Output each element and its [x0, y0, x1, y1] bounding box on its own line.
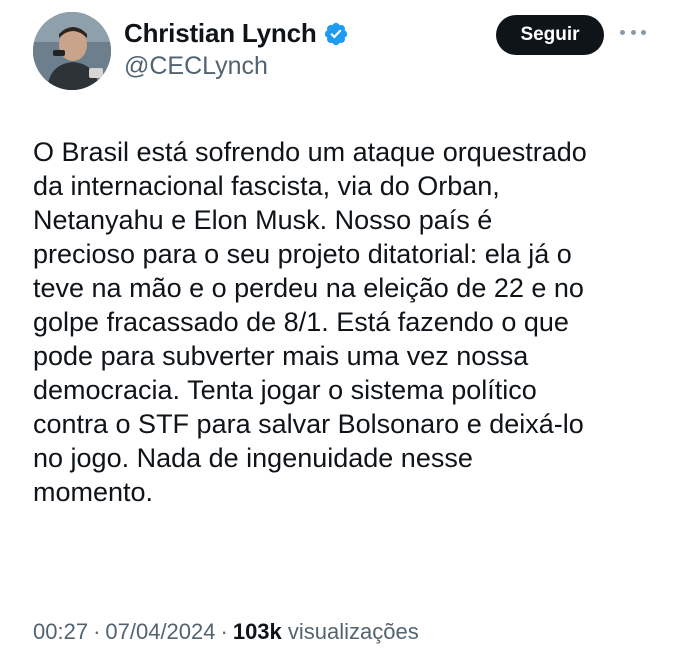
more-dot — [641, 29, 646, 35]
author-name-row: Christian Lynch — [124, 18, 349, 49]
more-dot — [630, 29, 636, 35]
tweet-line: pode para subverter mais uma vez nossa — [33, 341, 529, 371]
views-count: 103k — [232, 619, 282, 644]
tweet-line: momento. — [33, 477, 154, 507]
tweet-meta: 00:27 · 07/04/2024 · 103k visualizações — [33, 619, 419, 645]
tweet-line: precioso para o seu projeto ditatorial: … — [33, 239, 572, 269]
tweet-text: O Brasil está sofrendo um ataque orquest… — [33, 135, 653, 509]
meta-separator: · — [93, 619, 101, 644]
more-options-icon[interactable] — [620, 22, 646, 42]
profile-photo — [33, 12, 111, 90]
verified-badge-icon — [323, 21, 349, 47]
tweet-line: no jogo. Nada de ingenuidade nesse — [33, 443, 473, 473]
avatar[interactable] — [33, 12, 111, 90]
follow-button[interactable]: Seguir — [496, 15, 604, 55]
tweet-line: democracia. Tenta jogar o sistema políti… — [33, 375, 537, 405]
tweet-line: golpe fracassado de 8/1. Está fazendo o … — [33, 307, 569, 337]
author-display-name[interactable]: Christian Lynch — [124, 18, 317, 49]
tweet-line: contra o STF para salvar Bolsonaro e dei… — [33, 409, 584, 439]
author-handle[interactable]: @CECLynch — [124, 52, 268, 81]
tweet-line: da internacional fascista, via do Orban, — [33, 171, 500, 201]
tweet-date[interactable]: 07/04/2024 — [105, 619, 215, 644]
tweet-line: O Brasil está sofrendo um ataque orquest… — [33, 137, 587, 167]
tweet-time[interactable]: 00:27 — [33, 619, 88, 644]
tweet-header: Christian Lynch @CECLynch Seguir — [0, 0, 680, 110]
tweet-line: teve na mão e o perdeu na eleição de 22 … — [33, 273, 584, 303]
meta-separator: · — [220, 619, 228, 644]
views-label: visualizações — [287, 619, 419, 644]
tweet-line: Netanyahu e Elon Musk. Nosso país é — [33, 205, 493, 235]
more-dot — [620, 29, 625, 35]
